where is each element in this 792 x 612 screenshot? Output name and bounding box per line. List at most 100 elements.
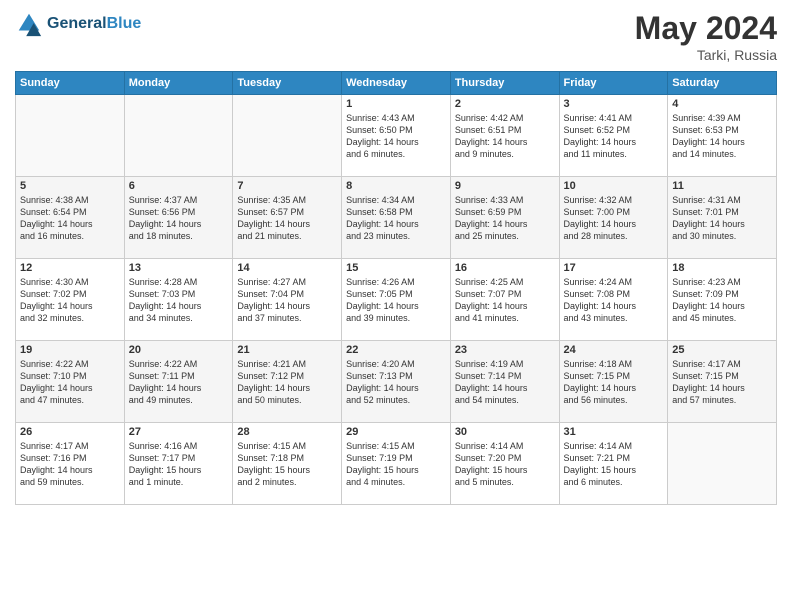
calendar-cell: 13 Sunrise: 4:28 AM Sunset: 7:03 PM Dayli… — [124, 259, 233, 341]
day-number: 28 — [237, 426, 337, 438]
logo-icon — [15, 10, 43, 38]
day-number: 21 — [237, 344, 337, 356]
day-info: Sunrise: 4:14 AM Sunset: 7:20 PM Dayligh… — [455, 440, 555, 489]
calendar-cell: 14Sunrise: 4:27 AM Sunset: 7:04 PM Dayli… — [233, 259, 342, 341]
day-info: Sunrise: 4:21 AM Sunset: 7:12 PM Dayligh… — [237, 358, 337, 407]
day-number: 30 — [455, 426, 555, 438]
day-info: Sunrise: 4:14 AM Sunset: 7:21 PM Dayligh… — [564, 440, 664, 489]
day-info: Sunrise: 4:22 AM Sunset: 7:11 PM Dayligh… — [129, 358, 229, 407]
calendar-header-saturday: Saturday — [668, 72, 777, 95]
day-info: Sunrise: 4:37 AM Sunset: 6:56 PM Dayligh… — [129, 194, 229, 243]
day-number: 23 — [455, 344, 555, 356]
header: GeneralBlue May 2024 Tarki, Russia — [15, 10, 777, 63]
day-number: 9 — [455, 180, 555, 192]
day-number: 22 — [346, 344, 446, 356]
day-info: Sunrise: 4:32 AM Sunset: 7:00 PM Dayligh… — [564, 194, 664, 243]
day-number: 8 — [346, 180, 446, 192]
calendar-cell — [233, 95, 342, 177]
day-info: Sunrise: 4:34 AM Sunset: 6:58 PM Dayligh… — [346, 194, 446, 243]
calendar-header-thursday: Thursday — [450, 72, 559, 95]
location-title: Tarki, Russia — [635, 47, 777, 63]
day-number: 26 — [20, 426, 120, 438]
day-number: 4 — [672, 98, 772, 110]
calendar-cell: 24 Sunrise: 4:18 AM Sunset: 7:15 PM Dayli… — [559, 341, 668, 423]
calendar-cell: 3 Sunrise: 4:41 AM Sunset: 6:52 PM Daylig… — [559, 95, 668, 177]
calendar-cell — [124, 95, 233, 177]
calendar-cell: 26 Sunrise: 4:17 AM Sunset: 7:16 PM Dayli… — [16, 423, 125, 505]
day-number: 3 — [564, 98, 664, 110]
calendar-cell: 20 Sunrise: 4:22 AM Sunset: 7:11 PM Dayli… — [124, 341, 233, 423]
logo: GeneralBlue — [15, 10, 141, 38]
calendar-header-sunday: Sunday — [16, 72, 125, 95]
calendar-cell: 9 Sunrise: 4:33 AM Sunset: 6:59 PM Daylig… — [450, 177, 559, 259]
day-number: 14 — [237, 262, 337, 274]
day-number: 12 — [20, 262, 120, 274]
calendar-cell: 11Sunrise: 4:31 AM Sunset: 7:01 PM Dayli… — [668, 177, 777, 259]
day-number: 20 — [129, 344, 229, 356]
day-number: 7 — [237, 180, 337, 192]
day-info: Sunrise: 4:17 AM Sunset: 7:15 PM Dayligh… — [672, 358, 772, 407]
day-number: 24 — [564, 344, 664, 356]
day-number: 6 — [129, 180, 229, 192]
calendar-cell: 15Sunrise: 4:26 AM Sunset: 7:05 PM Dayli… — [342, 259, 451, 341]
day-info: Sunrise: 4:15 AM Sunset: 7:18 PM Dayligh… — [237, 440, 337, 489]
calendar-cell: 10 Sunrise: 4:32 AM Sunset: 7:00 PM Dayli… — [559, 177, 668, 259]
calendar-cell: 21 Sunrise: 4:21 AM Sunset: 7:12 PM Dayli… — [233, 341, 342, 423]
day-number: 16 — [455, 262, 555, 274]
calendar-cell: 16 Sunrise: 4:25 AM Sunset: 7:07 PM Dayli… — [450, 259, 559, 341]
logo-text: GeneralBlue — [47, 15, 141, 33]
calendar-header-monday: Monday — [124, 72, 233, 95]
day-info: Sunrise: 4:23 AM Sunset: 7:09 PM Dayligh… — [672, 276, 772, 325]
calendar-cell: 22 Sunrise: 4:20 AM Sunset: 7:13 PM Dayli… — [342, 341, 451, 423]
day-number: 10 — [564, 180, 664, 192]
page: GeneralBlue May 2024 Tarki, Russia Sunda… — [0, 0, 792, 612]
calendar-week-row: 1Sunrise: 4:43 AM Sunset: 6:50 PM Daylig… — [16, 95, 777, 177]
calendar-cell: 19 Sunrise: 4:22 AM Sunset: 7:10 PM Dayli… — [16, 341, 125, 423]
day-number: 15 — [346, 262, 446, 274]
day-info: Sunrise: 4:42 AM Sunset: 6:51 PM Dayligh… — [455, 112, 555, 161]
calendar-header-tuesday: Tuesday — [233, 72, 342, 95]
day-info: Sunrise: 4:25 AM Sunset: 7:07 PM Dayligh… — [455, 276, 555, 325]
calendar-cell: 29Sunrise: 4:15 AM Sunset: 7:19 PM Dayli… — [342, 423, 451, 505]
day-info: Sunrise: 4:35 AM Sunset: 6:57 PM Dayligh… — [237, 194, 337, 243]
day-info: Sunrise: 4:24 AM Sunset: 7:08 PM Dayligh… — [564, 276, 664, 325]
calendar-header-wednesday: Wednesday — [342, 72, 451, 95]
calendar-cell: 18 Sunrise: 4:23 AM Sunset: 7:09 PM Dayli… — [668, 259, 777, 341]
day-info: Sunrise: 4:22 AM Sunset: 7:10 PM Dayligh… — [20, 358, 120, 407]
calendar-week-row: 12Sunrise: 4:30 AM Sunset: 7:02 PM Dayli… — [16, 259, 777, 341]
day-info: Sunrise: 4:38 AM Sunset: 6:54 PM Dayligh… — [20, 194, 120, 243]
day-info: Sunrise: 4:28 AM Sunset: 7:03 PM Dayligh… — [129, 276, 229, 325]
day-info: Sunrise: 4:18 AM Sunset: 7:15 PM Dayligh… — [564, 358, 664, 407]
calendar-cell: 5 Sunrise: 4:38 AM Sunset: 6:54 PM Daylig… — [16, 177, 125, 259]
calendar-cell — [16, 95, 125, 177]
calendar-header-friday: Friday — [559, 72, 668, 95]
calendar-cell: 27 Sunrise: 4:16 AM Sunset: 7:17 PM Dayli… — [124, 423, 233, 505]
calendar-cell: 25Sunrise: 4:17 AM Sunset: 7:15 PM Dayli… — [668, 341, 777, 423]
day-number: 29 — [346, 426, 446, 438]
day-info: Sunrise: 4:20 AM Sunset: 7:13 PM Dayligh… — [346, 358, 446, 407]
calendar-cell: 28 Sunrise: 4:15 AM Sunset: 7:18 PM Dayli… — [233, 423, 342, 505]
day-info: Sunrise: 4:43 AM Sunset: 6:50 PM Dayligh… — [346, 112, 446, 161]
calendar-cell: 12Sunrise: 4:30 AM Sunset: 7:02 PM Dayli… — [16, 259, 125, 341]
day-number: 18 — [672, 262, 772, 274]
calendar-cell: 30 Sunrise: 4:14 AM Sunset: 7:20 PM Dayli… — [450, 423, 559, 505]
calendar-cell: 7 Sunrise: 4:35 AM Sunset: 6:57 PM Daylig… — [233, 177, 342, 259]
day-number: 27 — [129, 426, 229, 438]
day-number: 5 — [20, 180, 120, 192]
day-number: 13 — [129, 262, 229, 274]
day-number: 19 — [20, 344, 120, 356]
day-number: 17 — [564, 262, 664, 274]
day-info: Sunrise: 4:41 AM Sunset: 6:52 PM Dayligh… — [564, 112, 664, 161]
calendar-week-row: 5 Sunrise: 4:38 AM Sunset: 6:54 PM Daylig… — [16, 177, 777, 259]
calendar-table: SundayMondayTuesdayWednesdayThursdayFrid… — [15, 71, 777, 505]
day-info: Sunrise: 4:16 AM Sunset: 7:17 PM Dayligh… — [129, 440, 229, 489]
day-info: Sunrise: 4:31 AM Sunset: 7:01 PM Dayligh… — [672, 194, 772, 243]
day-number: 2 — [455, 98, 555, 110]
calendar-cell: 1Sunrise: 4:43 AM Sunset: 6:50 PM Daylig… — [342, 95, 451, 177]
day-info: Sunrise: 4:19 AM Sunset: 7:14 PM Dayligh… — [455, 358, 555, 407]
calendar-week-row: 19 Sunrise: 4:22 AM Sunset: 7:10 PM Dayli… — [16, 341, 777, 423]
month-title: May 2024 — [635, 10, 777, 47]
calendar-header-row: SundayMondayTuesdayWednesdayThursdayFrid… — [16, 72, 777, 95]
day-info: Sunrise: 4:17 AM Sunset: 7:16 PM Dayligh… — [20, 440, 120, 489]
day-info: Sunrise: 4:33 AM Sunset: 6:59 PM Dayligh… — [455, 194, 555, 243]
